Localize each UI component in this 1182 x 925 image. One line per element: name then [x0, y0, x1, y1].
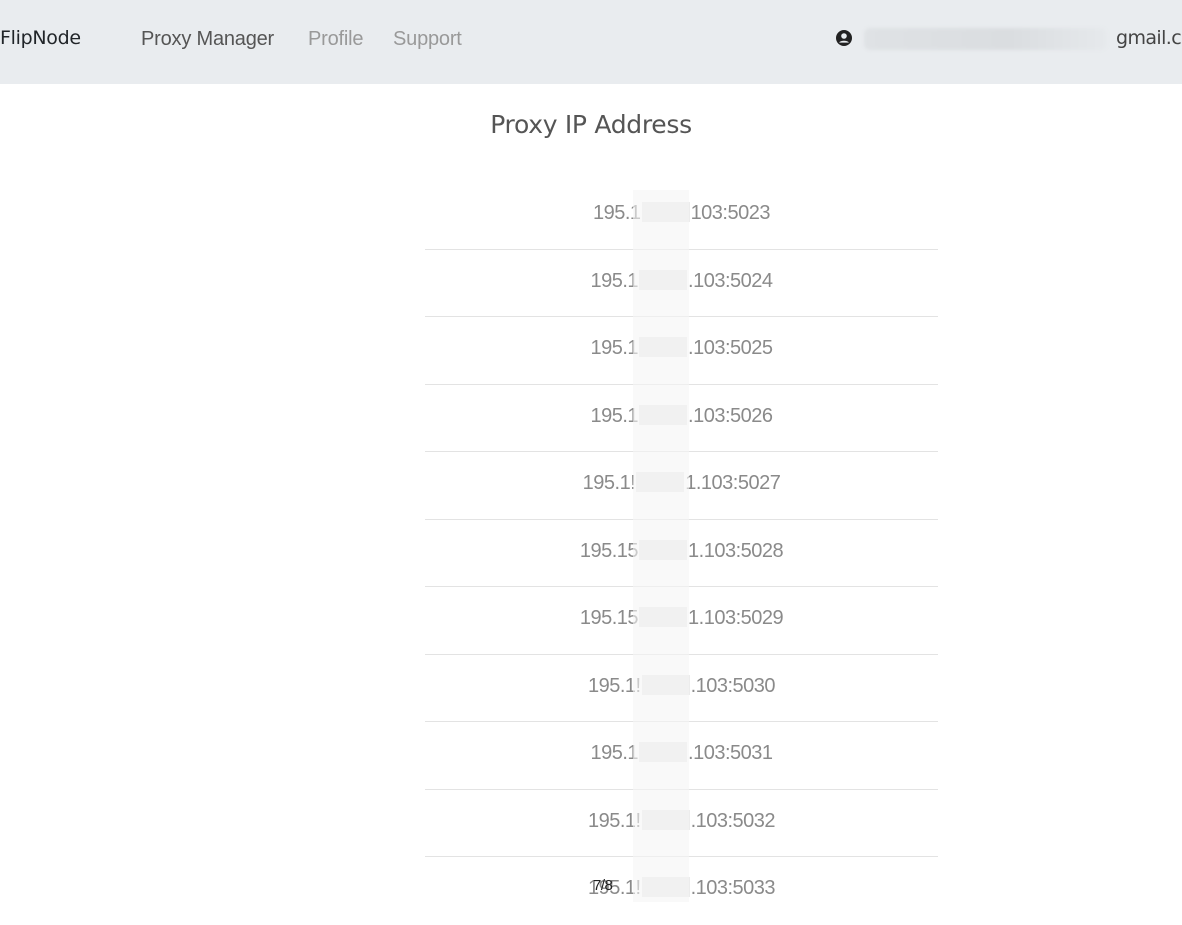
email-redacted [864, 28, 1107, 50]
page-title: Proxy IP Address [490, 110, 692, 139]
ip-redacted-segment [641, 202, 690, 222]
ip-prefix: 195.1 [593, 202, 641, 224]
page-indicator: 7/8 [593, 877, 613, 894]
proxy-ip-address[interactable]: 195.15 1.103:5028 [425, 539, 938, 563]
ip-prefix: 195.1! [587, 674, 641, 697]
proxy-row: 195.15 1.103:5028 [425, 520, 938, 587]
proxy-row: 195.1! 1.103:5027 [425, 452, 938, 520]
proxy-row: 195.15 1.103:5029 [425, 587, 938, 655]
ip-redacted-segment [639, 607, 688, 627]
ip-suffix: .103:5025 [688, 337, 773, 359]
ip-suffix: .103:5031 [688, 742, 773, 764]
ip-prefix: 195.1 [590, 269, 639, 292]
nav-link-proxy-manager[interactable]: Proxy Manager [141, 28, 274, 51]
proxy-row: 195.1 .103:5024 [425, 250, 938, 317]
ip-redacted-segment [639, 337, 688, 357]
ip-prefix: 195.1! [582, 472, 636, 494]
proxy-row: 195.1! .103:5032 [425, 790, 938, 857]
ip-prefix: 195.1! [587, 809, 641, 832]
ip-suffix: 1.103:5027 [685, 472, 781, 494]
ip-redacted-segment [641, 877, 690, 897]
ip-prefix: 195.1 [590, 742, 639, 764]
proxy-row: 195.1 .103:5026 [425, 385, 938, 452]
nav-link-support[interactable]: Support [393, 28, 462, 51]
proxy-row: 195.1 .103:5025 [425, 317, 938, 385]
proxy-ip-list: 195.1 103:5023 195.1 .103:5024 195.1 .103:502… [425, 182, 938, 925]
proxy-ip-address[interactable]: 195.1! .103:5033 [425, 877, 938, 900]
proxy-row: 195.1 .103:5031 [425, 722, 938, 790]
ip-suffix: .103:5024 [688, 269, 773, 292]
ip-suffix: 1.103:5028 [688, 539, 784, 562]
brand-logo[interactable]: FlipNode [0, 27, 81, 49]
proxy-ip-address[interactable]: 195.1! .103:5030 [425, 674, 938, 698]
proxy-row: 195.1! .103:5030 [425, 655, 938, 722]
proxy-ip-address[interactable]: 195.1 .103:5024 [425, 269, 938, 293]
ip-redacted-segment [639, 404, 688, 425]
ip-redacted-segment [641, 674, 690, 695]
proxy-row: 195.1 103:5023 [425, 182, 938, 250]
proxy-ip-address[interactable]: 195.1! .103:5032 [425, 809, 938, 833]
proxy-ip-address[interactable]: 195.15 1.103:5029 [425, 607, 938, 630]
user-email: gmail.com [1116, 27, 1182, 49]
ip-redacted-segment [639, 742, 688, 762]
ip-suffix: 103:5023 [690, 202, 771, 224]
ip-suffix: 1.103:5029 [688, 607, 784, 629]
ip-suffix: .103:5030 [690, 674, 776, 697]
user-circle-icon [836, 30, 852, 46]
ip-redacted-segment [639, 539, 688, 560]
navbar: FlipNode Proxy Manager Profile Support g… [0, 0, 1182, 84]
ip-redacted-segment [639, 269, 688, 290]
proxy-ip-address[interactable]: 195.1 .103:5031 [425, 742, 938, 765]
ip-redacted-segment [636, 472, 685, 492]
ip-prefix: 195.15 [579, 607, 639, 629]
ip-prefix: 195.1 [590, 404, 639, 427]
ip-suffix: .103:5033 [690, 877, 776, 899]
proxy-ip-address[interactable]: 195.1 .103:5026 [425, 404, 938, 428]
ip-redacted-segment [641, 809, 690, 830]
proxy-ip-address[interactable]: 195.1 .103:5025 [425, 337, 938, 360]
ip-suffix: .103:5026 [688, 404, 773, 427]
ip-prefix: 195.15 [579, 539, 639, 562]
proxy-ip-address[interactable]: 195.1 103:5023 [425, 202, 938, 225]
nav-link-profile[interactable]: Profile [308, 28, 363, 51]
ip-suffix: .103:5032 [690, 809, 776, 832]
ip-prefix: 195.1 [590, 337, 639, 359]
proxy-ip-address[interactable]: 195.1! 1.103:5027 [425, 472, 938, 495]
proxy-row: 195.1! .103:5033 [425, 857, 938, 925]
